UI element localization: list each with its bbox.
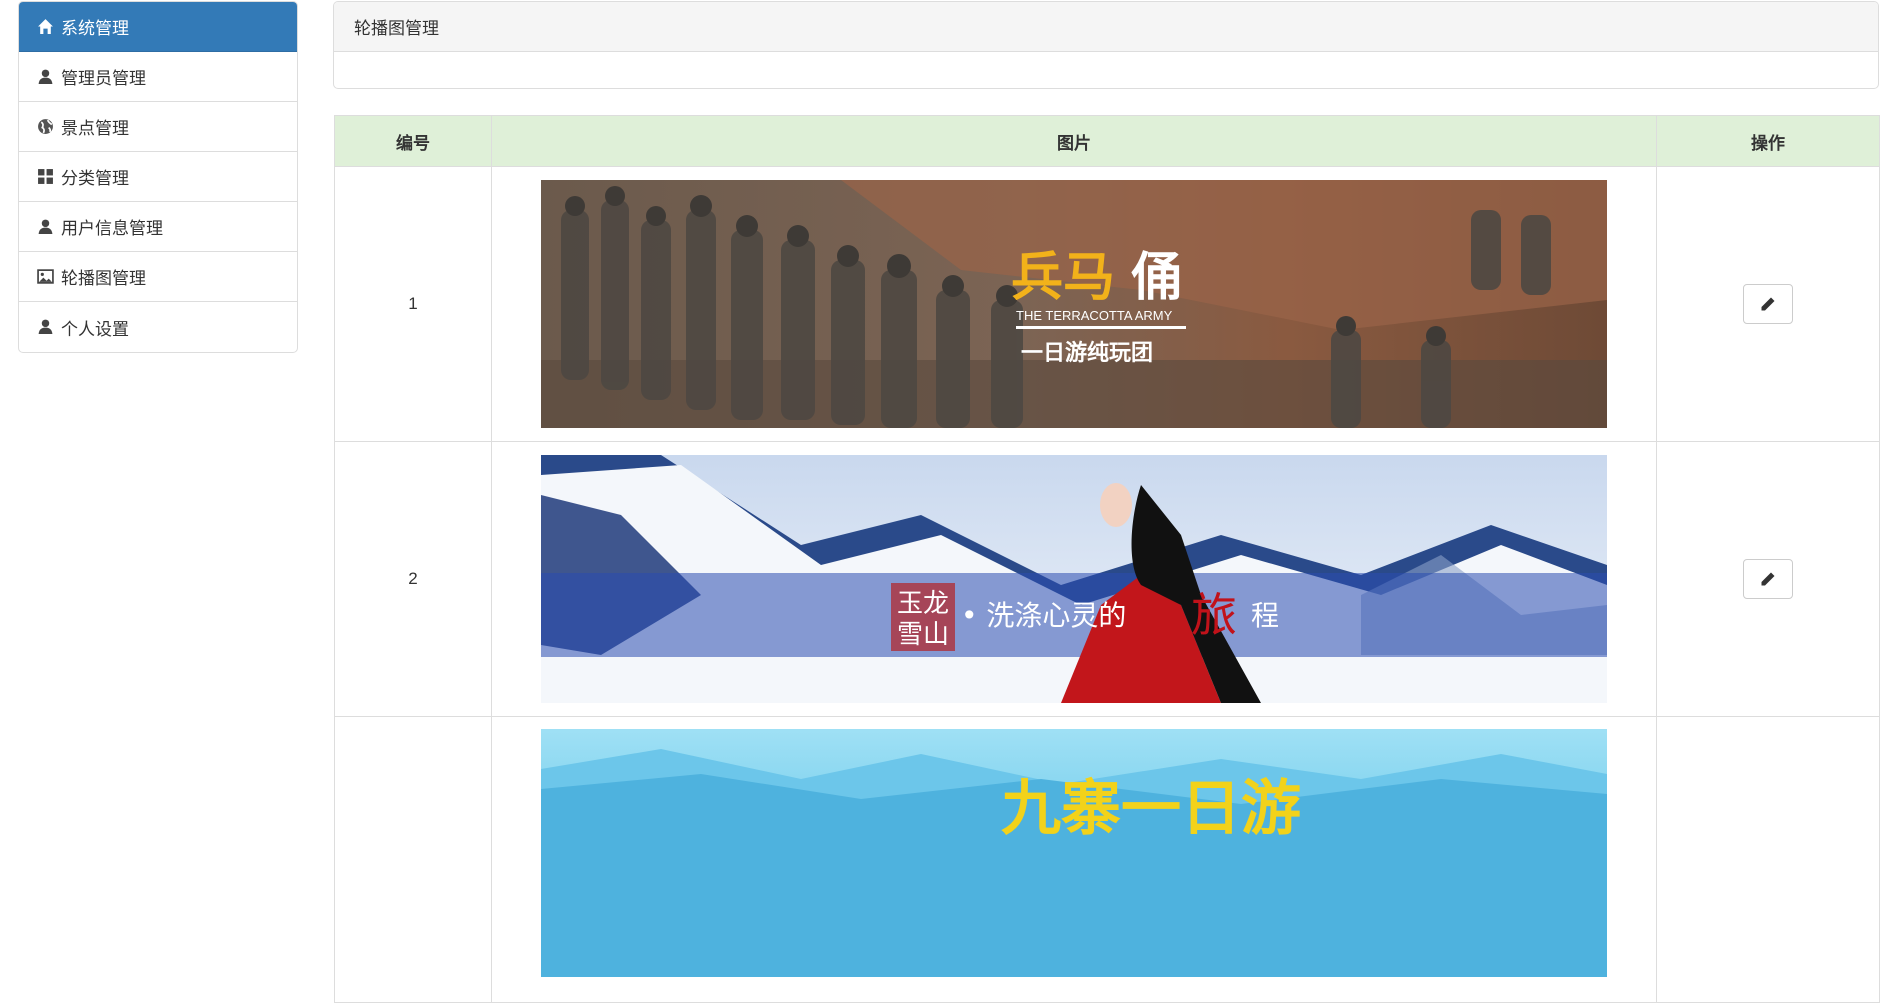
banner-title-part2: 俑 [1131, 248, 1183, 308]
banner-tagline-end: 程 [1251, 599, 1279, 632]
column-header-actions: 操作 [1656, 115, 1880, 167]
banner-image-terracotta: 兵马 俑 THE TERRACOTTA ARMY 一日游纯玩团 [541, 180, 1607, 428]
row-id [334, 716, 492, 1003]
edit-button[interactable] [1743, 559, 1793, 599]
table-header-row: 编号 图片 操作 [334, 115, 1880, 167]
column-header-image: 图片 [491, 115, 1657, 167]
sidebar-item-label: 分类管理 [61, 169, 129, 188]
banner-image-jiuzhai: 九寨一日游 [541, 729, 1607, 977]
edit-button[interactable] [1743, 284, 1793, 324]
carousel-table: 编号 图片 操作 1 兵马 俑 THE TERRACOTTA ARMY 一日游纯… [334, 115, 1880, 1003]
user-icon [37, 68, 55, 86]
picture-icon [37, 268, 55, 286]
page-panel: 轮播图管理 [333, 1, 1879, 89]
banner-title: 九寨一日游 [1001, 774, 1301, 844]
banner-subtitle: THE TERRACOTTA ARMY [1016, 308, 1173, 323]
sidebar-item-label: 管理员管理 [61, 69, 146, 88]
sidebar-item-label: 个人设置 [61, 319, 129, 339]
sidebar-item-label: 轮播图管理 [61, 269, 146, 288]
sidebar-item-categories[interactable]: 分类管理 [19, 152, 297, 202]
banner-seal-line1: 玉龙 [897, 589, 949, 619]
pencil-icon [1761, 572, 1775, 586]
table-row: 九寨一日游 [334, 716, 1880, 1003]
sidebar-item-label: 用户信息管理 [61, 219, 163, 238]
sidebar-item-attractions[interactable]: 景点管理 [19, 102, 297, 152]
home-icon [37, 18, 55, 36]
globe-icon [37, 118, 55, 136]
banner-title-part1: 兵马 [1011, 248, 1115, 308]
sidebar-item-label: 景点管理 [61, 119, 129, 138]
sidebar-item-label: 系统管理 [61, 19, 129, 38]
banner-tagline-main: • 洗涤心灵的 [961, 599, 1126, 632]
banner-seal-line2: 雪山 [897, 620, 949, 650]
user-icon [37, 218, 55, 236]
pencil-icon [1761, 297, 1775, 311]
sidebar-item-settings[interactable]: 个人设置 [19, 302, 297, 352]
banner-tagline: 一日游纯玩团 [1021, 340, 1153, 366]
banner-tagline-big: 旅 [1191, 588, 1237, 642]
row-id: 1 [334, 166, 492, 442]
sidebar-item-admins[interactable]: 管理员管理 [19, 52, 297, 102]
row-id: 2 [334, 441, 492, 717]
page-title: 轮播图管理 [334, 2, 1878, 52]
sidebar-item-users[interactable]: 用户信息管理 [19, 202, 297, 252]
column-header-id: 编号 [334, 115, 492, 167]
user-icon [37, 318, 55, 336]
table-row: 2 玉龙 雪山 • 洗涤心灵的 旅 程 [334, 441, 1880, 717]
banner-image-yulong: 玉龙 雪山 • 洗涤心灵的 旅 程 [541, 455, 1607, 703]
sidebar-nav: 系统管理 管理员管理 景点管理 分类管理 用户信息管理 轮播图管理 个人设置 [18, 1, 298, 353]
sidebar-item-system[interactable]: 系统管理 [19, 2, 297, 52]
sidebar-item-carousel[interactable]: 轮播图管理 [19, 252, 297, 302]
grid-icon [37, 168, 55, 186]
table-row: 1 兵马 俑 THE TERRACOTTA ARMY 一日游纯玩团 [334, 166, 1880, 442]
